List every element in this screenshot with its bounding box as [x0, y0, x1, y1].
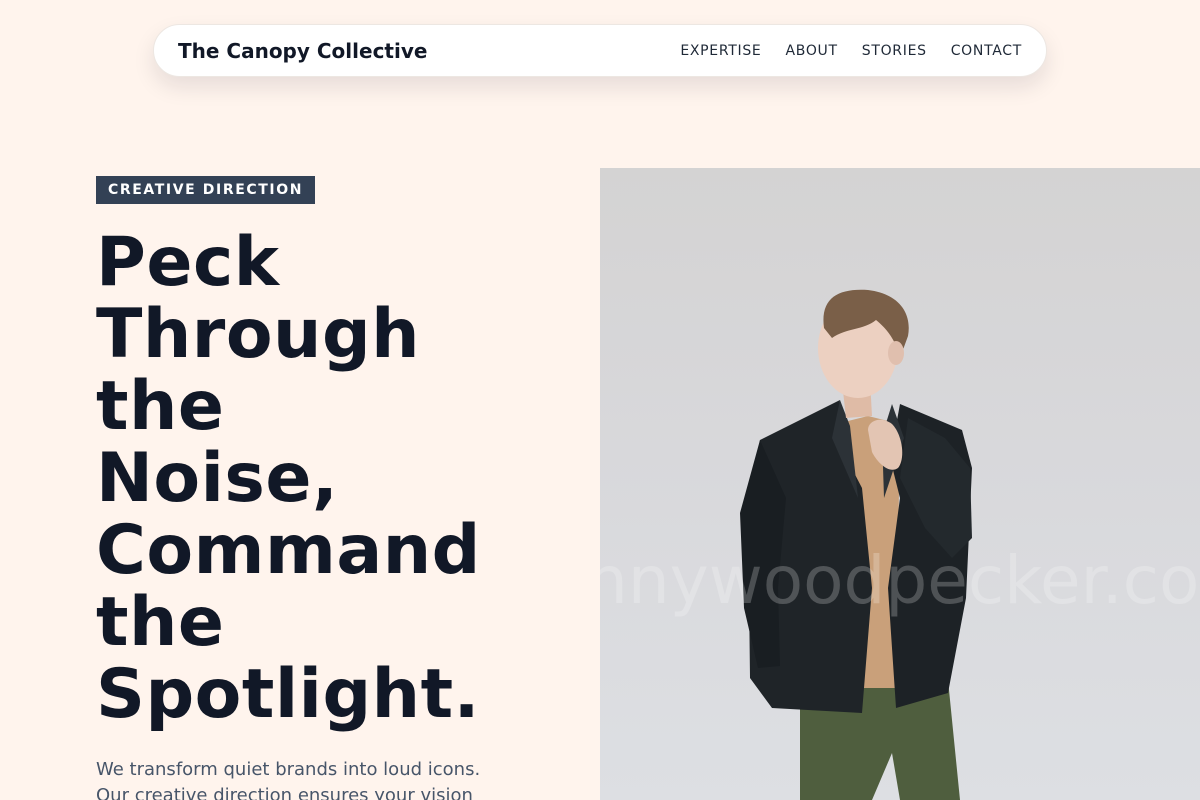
hero-photo: nnywoodpecker.co: [600, 168, 1200, 800]
headline-line: the: [96, 583, 225, 662]
nav-link-stories[interactable]: STORIES: [862, 43, 927, 59]
nav-link-expertise[interactable]: EXPERTISE: [680, 43, 761, 59]
headline-line: Command: [96, 511, 481, 590]
headline-line: Peck: [96, 223, 280, 302]
brand-logo[interactable]: The Canopy Collective: [178, 39, 427, 63]
top-navbar: The Canopy Collective EXPERTISE ABOUT ST…: [153, 24, 1047, 77]
headline-line: Through: [96, 295, 421, 374]
headline-line: Spotlight.: [96, 655, 480, 734]
model-illustration: [740, 289, 972, 800]
hero-headline: Peck Through the Noise, Command the Spot…: [96, 227, 576, 731]
headline-line: Noise,: [96, 439, 339, 518]
nav-link-contact[interactable]: CONTACT: [951, 43, 1022, 59]
nav-link-about[interactable]: ABOUT: [785, 43, 837, 59]
hero-intro-text: We transform quiet brands into loud icon…: [96, 759, 481, 800]
hero-eyebrow-badge: CREATIVE DIRECTION: [96, 176, 316, 204]
image-watermark-text: nnywoodpecker.co: [600, 542, 1200, 619]
headline-line: the: [96, 367, 225, 446]
nav-links: EXPERTISE ABOUT STORIES CONTACT: [680, 43, 1022, 59]
